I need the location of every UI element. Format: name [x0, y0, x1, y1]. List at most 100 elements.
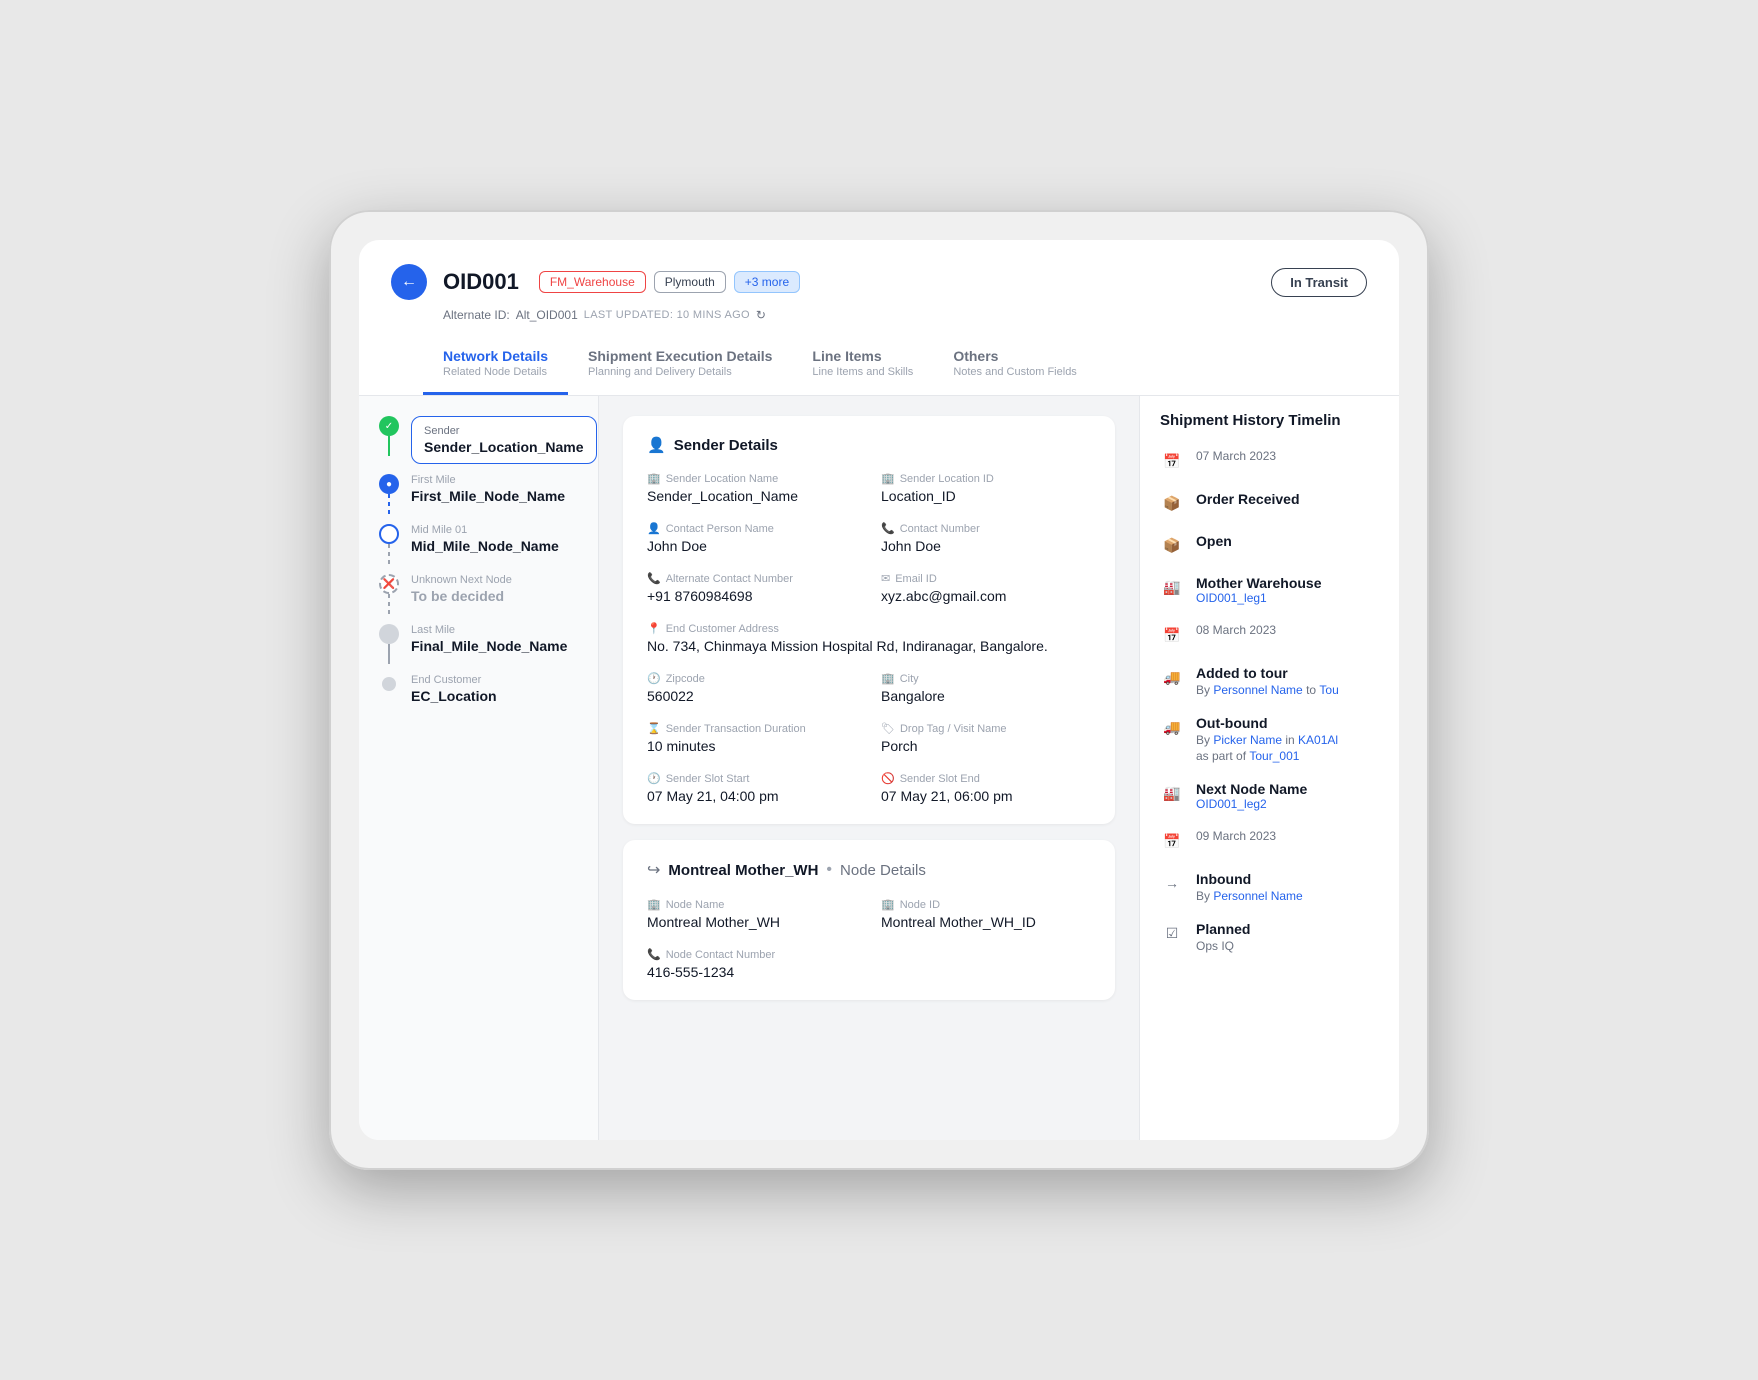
tour-link-1[interactable]: Tou [1319, 683, 1338, 697]
timeline-event-open: Open [1196, 533, 1379, 549]
drop-tag-icon: 🏷 [881, 722, 895, 735]
connector-unknown [388, 594, 390, 614]
sender-location-name-value: Sender_Location_Name [647, 488, 857, 504]
email-icon: ✉ [881, 572, 890, 585]
node-last-mile-label: Last Mile [411, 624, 567, 636]
tab-network-sub: Related Node Details [443, 366, 548, 378]
node-id-icon: 🏢 [881, 898, 895, 911]
field-sender-location-id: 🏢 Sender Location ID Location_ID [881, 472, 1091, 504]
sender-details-title: 👤 Sender Details [647, 436, 1091, 454]
timeline-warehouse-link[interactable]: OID001_leg1 [1196, 591, 1379, 605]
timeline-item-planned: ☑ Planned Ops IQ [1160, 921, 1379, 953]
node-sender-icon: ✓ [379, 416, 399, 436]
tag-more[interactable]: +3 more [734, 271, 800, 293]
slot-end-value: 07 May 21, 06:00 pm [881, 788, 1091, 804]
field-sender-location-name: 🏢 Sender Location Name Sender_Location_N… [647, 472, 857, 504]
node-first-mile-name[interactable]: First_Mile_Node_Name [411, 488, 565, 504]
tab-network[interactable]: Network Details Related Node Details [423, 334, 568, 395]
warehouse-icon-2: 🏭 [1160, 781, 1184, 805]
timeline-title: Shipment History Timelin [1160, 412, 1379, 429]
contact-number-value: John Doe [881, 538, 1091, 554]
alt-contact-value: +91 8760984698 [647, 588, 857, 604]
timeline-leg2-link[interactable]: OID001_leg2 [1196, 797, 1379, 811]
transaction-duration-icon: ⌛ [647, 722, 661, 735]
field-email: ✉ Email ID xyz.abc@gmail.com [881, 572, 1091, 604]
timeline-date-2: 08 March 2023 [1196, 623, 1379, 637]
connector-last-mile [388, 644, 390, 664]
timeline-item-order-received: 📦 Order Received [1160, 491, 1379, 515]
timeline-item-open: 📦 Open [1160, 533, 1379, 557]
check-box-icon: ☑ [1160, 921, 1184, 945]
node-end-customer-name[interactable]: EC_Location [411, 688, 497, 704]
picker-link[interactable]: Picker Name [1213, 733, 1282, 747]
warehouse-icon-1: 🏭 [1160, 575, 1184, 599]
tab-lineitems[interactable]: Line Items Line Items and Skills [792, 334, 933, 395]
field-alt-contact: 📞 Alternate Contact Number +91 876098469… [647, 572, 857, 604]
timeline-date-1: 07 March 2023 [1196, 449, 1379, 463]
alt-id-value: Alt_OID001 [516, 308, 578, 322]
connector-sender [388, 436, 390, 456]
field-contact-number: 📞 Contact Number John Doe [881, 522, 1091, 554]
body: ✓ Sender Sender_Location_Name [359, 396, 1399, 1140]
node-details-sub: Node Details [840, 862, 926, 879]
slot-end-icon: 🚫 [881, 772, 895, 785]
box-open-icon: 📦 [1160, 533, 1184, 557]
node-details-arrow-icon: ↪ [647, 860, 660, 880]
tab-others-sub: Notes and Custom Fields [953, 366, 1077, 378]
tour-001-link[interactable]: Tour_001 [1249, 749, 1299, 763]
tab-others-label: Others [953, 348, 1077, 364]
drop-tag-value: Porch [881, 738, 1091, 754]
node-mid-mile: Mid Mile 01 Mid_Mile_Node_Name [379, 524, 578, 574]
timeline-event-inbound: Inbound [1196, 871, 1379, 887]
timeline-item-next-node: 🏭 Next Node Name OID001_leg2 [1160, 781, 1379, 811]
header: ← OID001 FM_Warehouse Plymouth +3 more I… [359, 240, 1399, 396]
address-value: No. 734, Chinmaya Mission Hospital Rd, I… [647, 638, 1091, 654]
node-details-card: ↪ Montreal Mother_WH • Node Details 🏢 No… [623, 840, 1115, 1000]
ka01-link[interactable]: KA01Al [1298, 733, 1338, 747]
node-first-mile-label: First Mile [411, 474, 565, 486]
node-unknown-name[interactable]: To be decided [411, 588, 512, 604]
timeline-next-node-name: Next Node Name [1196, 781, 1379, 797]
node-first-mile: ● First Mile First_Mile_Node_Name [379, 474, 578, 524]
truck-out-icon: 🚚 [1160, 715, 1184, 739]
field-address: 📍 End Customer Address No. 734, Chinmaya… [647, 622, 1091, 654]
timeline-item-date3: 📅 09 March 2023 [1160, 829, 1379, 853]
sender-location-name-icon: 🏢 [647, 472, 661, 485]
node-name-icon: 🏢 [647, 898, 661, 911]
sender-location-id-icon: 🏢 [881, 472, 895, 485]
status-badge: In Transit [1271, 268, 1367, 297]
field-node-id: 🏢 Node ID Montreal Mother_WH_ID [881, 898, 1091, 930]
node-mid-mile-name[interactable]: Mid_Mile_Node_Name [411, 538, 559, 554]
truck-icon: 🚚 [1160, 665, 1184, 689]
alt-contact-icon: 📞 [647, 572, 661, 585]
node-last-mile-name[interactable]: Final_Mile_Node_Name [411, 638, 567, 654]
timeline-date-3: 09 March 2023 [1196, 829, 1379, 843]
tag-fm-warehouse[interactable]: FM_Warehouse [539, 271, 646, 293]
node-end-customer: End Customer EC_Location [379, 674, 578, 724]
node-first-mile-icon: ● [379, 474, 399, 494]
calendar-icon-3: 📅 [1160, 829, 1184, 853]
timeline-sub-added-to-tour: By Personnel Name to Tou [1196, 683, 1379, 697]
tab-shipment[interactable]: Shipment Execution Details Planning and … [568, 334, 792, 395]
contact-person-name-value: John Doe [647, 538, 857, 554]
timeline-warehouse-name: Mother Warehouse [1196, 575, 1379, 591]
tab-others[interactable]: Others Notes and Custom Fields [933, 334, 1097, 395]
tag-plymouth[interactable]: Plymouth [654, 271, 726, 293]
address-icon: 📍 [647, 622, 661, 635]
refresh-icon[interactable]: ↻ [756, 308, 766, 322]
calendar-icon-2: 📅 [1160, 623, 1184, 647]
transaction-duration-value: 10 minutes [647, 738, 857, 754]
personnel-link-2[interactable]: Personnel Name [1213, 889, 1302, 903]
field-city: 🏢 City Bangalore [881, 672, 1091, 704]
field-node-name: 🏢 Node Name Montreal Mother_WH [647, 898, 857, 930]
timeline-item-mother-warehouse: 🏭 Mother Warehouse OID001_leg1 [1160, 575, 1379, 605]
node-sender-name[interactable]: Sender_Location_Name [424, 439, 584, 455]
back-button[interactable]: ← [391, 264, 427, 300]
personnel-link-1[interactable]: Personnel Name [1213, 683, 1302, 697]
zipcode-value: 560022 [647, 688, 857, 704]
node-unknown: ❌ Unknown Next Node To be decided [379, 574, 578, 624]
field-zipcode: 🕐 Zipcode 560022 [647, 672, 857, 704]
timeline-panel: Shipment History Timelin 📅 07 March 2023… [1139, 396, 1399, 1140]
sender-location-id-value: Location_ID [881, 488, 1091, 504]
city-icon: 🏢 [881, 672, 895, 685]
